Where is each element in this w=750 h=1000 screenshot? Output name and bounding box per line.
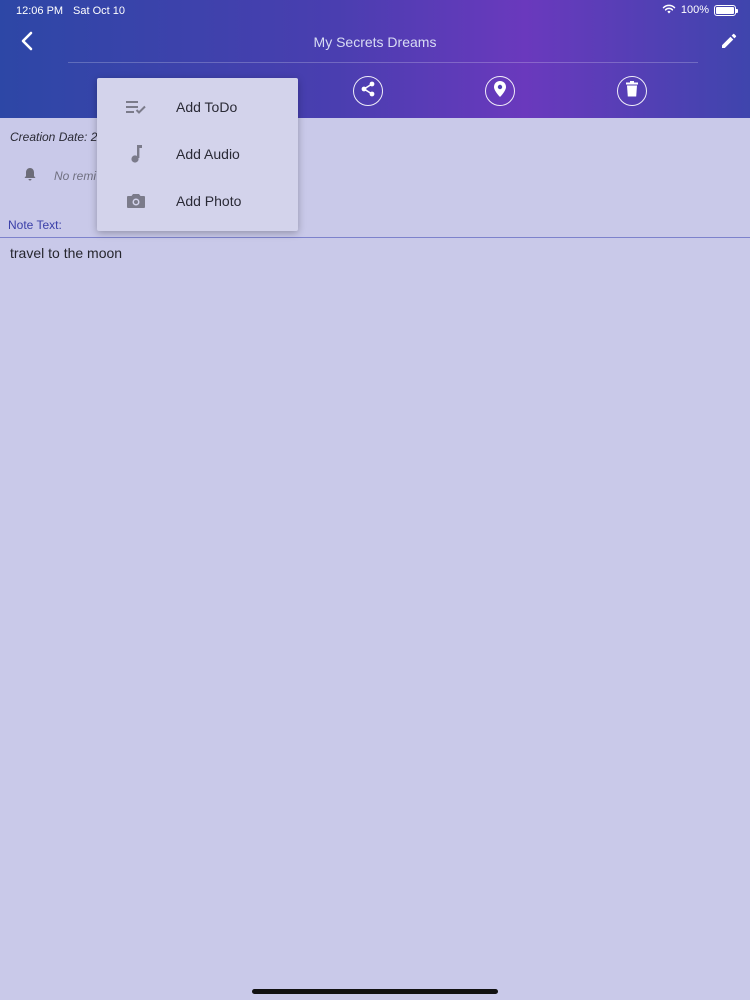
share-icon [359, 80, 377, 103]
menu-item-add-photo[interactable]: Add Photo [97, 178, 298, 224]
share-button[interactable] [353, 76, 383, 106]
delete-button[interactable] [617, 76, 647, 106]
location-button[interactable] [485, 76, 515, 106]
status-time: 12:06 PM [16, 5, 64, 17]
reminder-row[interactable]: No remi [22, 166, 96, 186]
pencil-icon [720, 32, 738, 55]
reminder-text: No remi [54, 169, 97, 183]
menu-item-label: Add Photo [176, 193, 242, 209]
menu-item-label: Add ToDo [176, 99, 238, 115]
status-right-group: 100% [662, 3, 738, 17]
add-attachment-menu: Add ToDo Add Audio Add Photo [97, 78, 298, 231]
camera-icon [125, 190, 147, 212]
battery-icon [714, 4, 738, 16]
edit-button[interactable] [716, 30, 742, 56]
todo-list-icon [125, 96, 147, 118]
menu-item-label: Add Audio [176, 146, 240, 162]
menu-item-add-todo[interactable]: Add ToDo [97, 84, 298, 130]
menu-item-add-audio[interactable]: Add Audio [97, 131, 298, 177]
wifi-icon [662, 3, 676, 17]
header-divider [68, 62, 698, 63]
battery-percentage: 100% [680, 4, 709, 16]
location-pin-icon [492, 80, 508, 103]
status-date: Sat Oct 10 [73, 5, 125, 17]
note-text-content[interactable]: travel to the moon [10, 245, 122, 261]
music-note-icon [125, 143, 147, 165]
note-text-label: Note Text: [8, 218, 62, 232]
trash-icon [624, 80, 640, 103]
home-indicator[interactable] [252, 989, 498, 994]
status-bar: 12:06 PM Sat Oct 10 100% [0, 0, 750, 22]
note-divider [0, 237, 750, 238]
page-title: My Secrets Dreams [313, 34, 437, 50]
bell-icon [22, 166, 38, 187]
creation-date: Creation Date: 2 [10, 130, 98, 144]
